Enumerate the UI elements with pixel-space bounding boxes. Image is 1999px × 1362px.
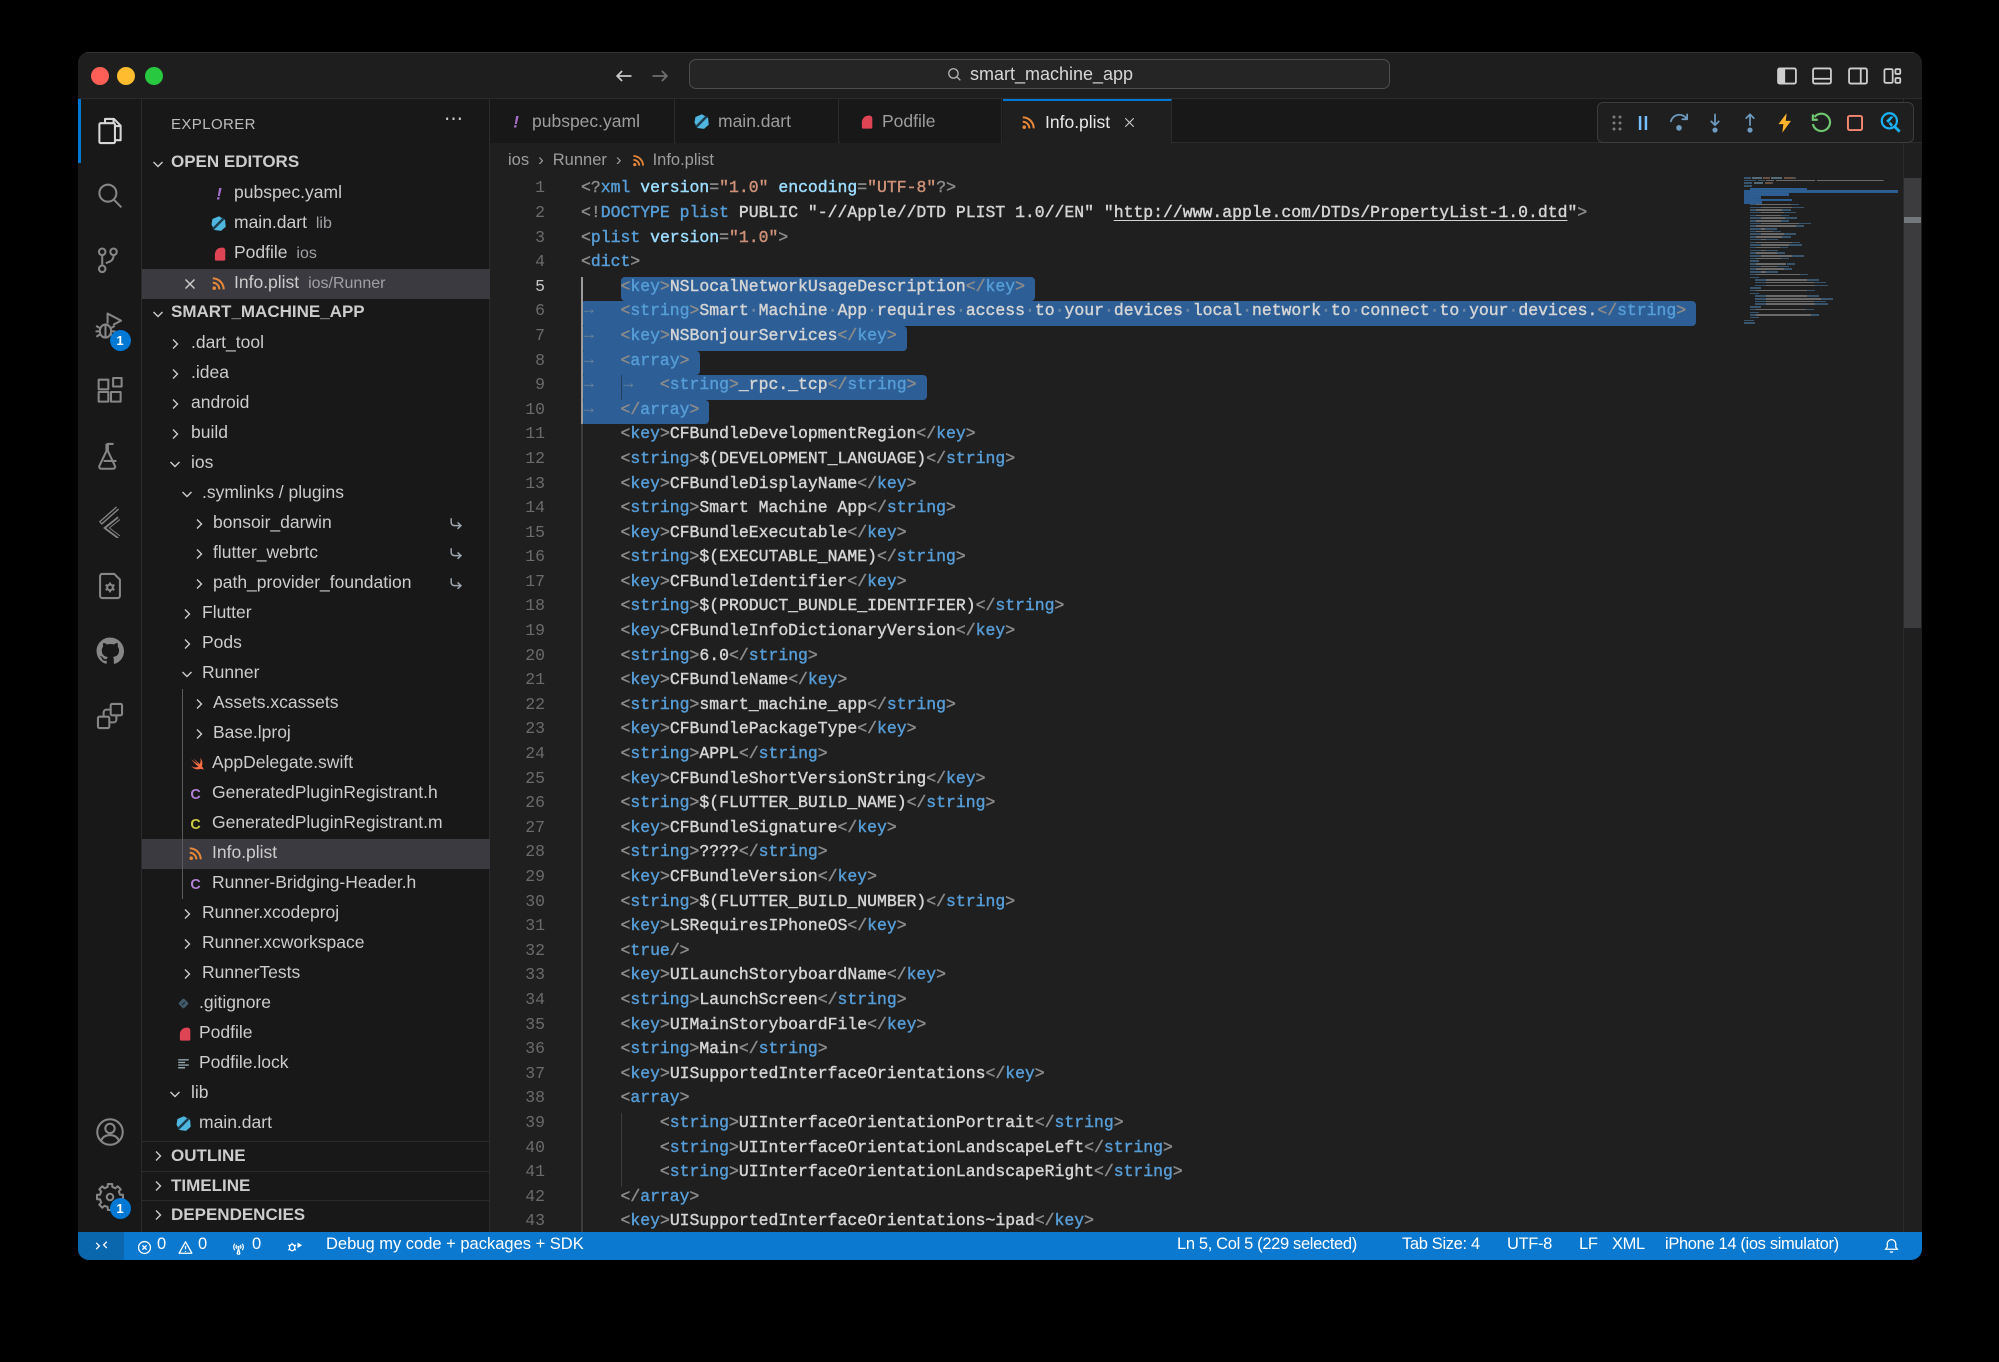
svg-text:C: C — [190, 817, 200, 832]
svg-text:!: ! — [216, 185, 222, 202]
svg-text:C: C — [190, 787, 200, 802]
svg-text:C: C — [190, 877, 200, 892]
svg-text:!: ! — [513, 113, 519, 130]
